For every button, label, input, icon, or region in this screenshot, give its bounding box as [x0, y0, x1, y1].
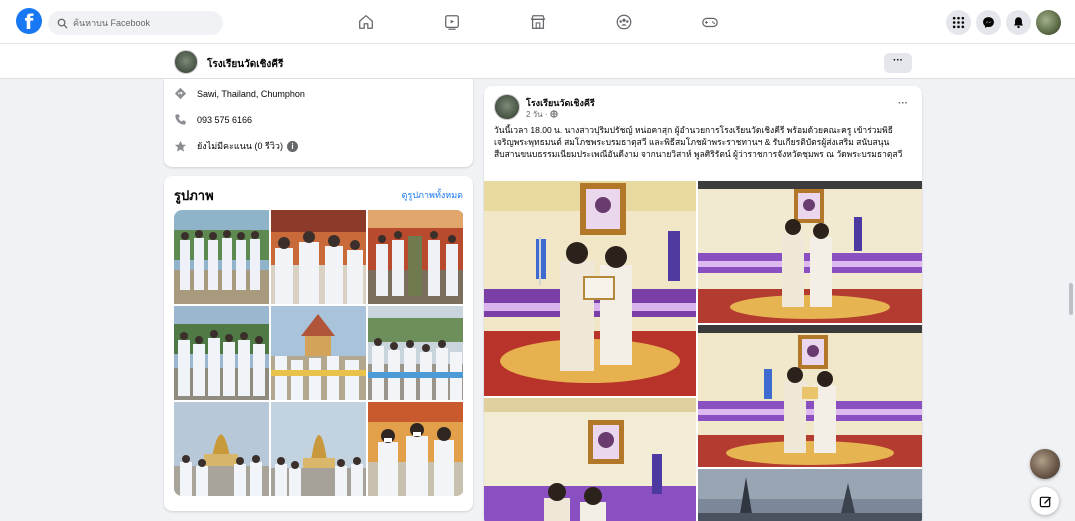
- home-icon[interactable]: [354, 10, 378, 34]
- watch-icon[interactable]: [440, 10, 464, 34]
- photo-thumbnail[interactable]: [368, 402, 463, 496]
- post-photo-collage: [484, 181, 922, 521]
- intro-card: Sawi, Thailand, Chumphon 093 575 6166 ยั…: [164, 79, 473, 167]
- chat-contact-avatar[interactable]: [1030, 449, 1060, 479]
- search-icon: [57, 18, 68, 29]
- compose-icon: [1039, 496, 1051, 507]
- photos-grid: [174, 210, 464, 496]
- rating-row: ยังไม่มีคะแนน (0 รีวิว) i: [174, 139, 298, 153]
- top-navigation-bar: f: [0, 0, 1075, 44]
- star-icon: [174, 140, 187, 152]
- post-timestamp[interactable]: 2 วัน ·: [526, 108, 558, 121]
- account-avatar[interactable]: [1036, 10, 1061, 35]
- photo-thumbnail[interactable]: [368, 306, 463, 400]
- page-avatar[interactable]: [174, 50, 198, 74]
- globe-icon: [550, 110, 558, 118]
- post-photo[interactable]: [698, 181, 922, 323]
- phone-icon: [175, 114, 186, 125]
- gaming-icon[interactable]: [698, 10, 722, 34]
- photo-thumbnail[interactable]: [174, 402, 269, 496]
- notifications-icon[interactable]: [1006, 10, 1031, 35]
- info-icon[interactable]: i: [286, 140, 298, 152]
- post-photo[interactable]: [698, 325, 922, 467]
- rating-text: ยังไม่มีคะแนน (0 รีวิว): [197, 141, 283, 151]
- page-title[interactable]: โรงเรียนวัดเชิงคีรี: [207, 57, 283, 72]
- photo-thumbnail[interactable]: [271, 306, 366, 400]
- post-photo[interactable]: [698, 469, 922, 521]
- facebook-logo-icon[interactable]: f: [16, 8, 42, 34]
- post-author-avatar[interactable]: [494, 94, 520, 120]
- phone-text: 093 575 6166: [197, 114, 253, 125]
- photo-thumbnail[interactable]: [174, 306, 269, 400]
- phone-row: 093 575 6166: [174, 113, 252, 126]
- search-box[interactable]: [48, 11, 223, 35]
- new-message-button[interactable]: [1031, 487, 1059, 515]
- post-photo[interactable]: [484, 398, 696, 521]
- photos-card: รูปภาพ ดูรูปภาพทั้งหมด: [164, 176, 473, 511]
- location-icon: [174, 87, 187, 100]
- page-header-strip: โรงเรียนวัดเชิงคีรี ···: [0, 44, 1075, 79]
- photos-title: รูปภาพ: [174, 188, 214, 203]
- page-more-button[interactable]: ···: [884, 53, 912, 73]
- photo-thumbnail[interactable]: [271, 210, 366, 304]
- photo-thumbnail[interactable]: [174, 210, 269, 304]
- address-text: Sawi, Thailand, Chumphon: [197, 88, 305, 99]
- post-time-text: 2 วัน ·: [526, 110, 550, 119]
- marketplace-icon[interactable]: [526, 10, 550, 34]
- post-photo[interactable]: [484, 181, 696, 396]
- menu-grid-icon[interactable]: [946, 10, 971, 35]
- post-more-button[interactable]: ···: [898, 98, 908, 109]
- search-input[interactable]: [73, 18, 213, 28]
- photo-thumbnail[interactable]: [271, 402, 366, 496]
- post-text: วันนี้เวลา 18.00 น. นางสาวปุริมปรัชญ์ หน…: [494, 125, 903, 159]
- groups-icon[interactable]: [612, 10, 636, 34]
- photo-thumbnail[interactable]: [368, 210, 463, 304]
- post-card: โรงเรียนวัดเชิงคีรี 2 วัน · ··· วันนี้เว…: [484, 86, 922, 521]
- address-row: Sawi, Thailand, Chumphon: [174, 87, 305, 100]
- see-all-photos-link[interactable]: ดูรูปภาพทั้งหมด: [402, 188, 463, 202]
- messenger-icon[interactable]: [976, 10, 1001, 35]
- page-scrollbar[interactable]: [1069, 283, 1073, 315]
